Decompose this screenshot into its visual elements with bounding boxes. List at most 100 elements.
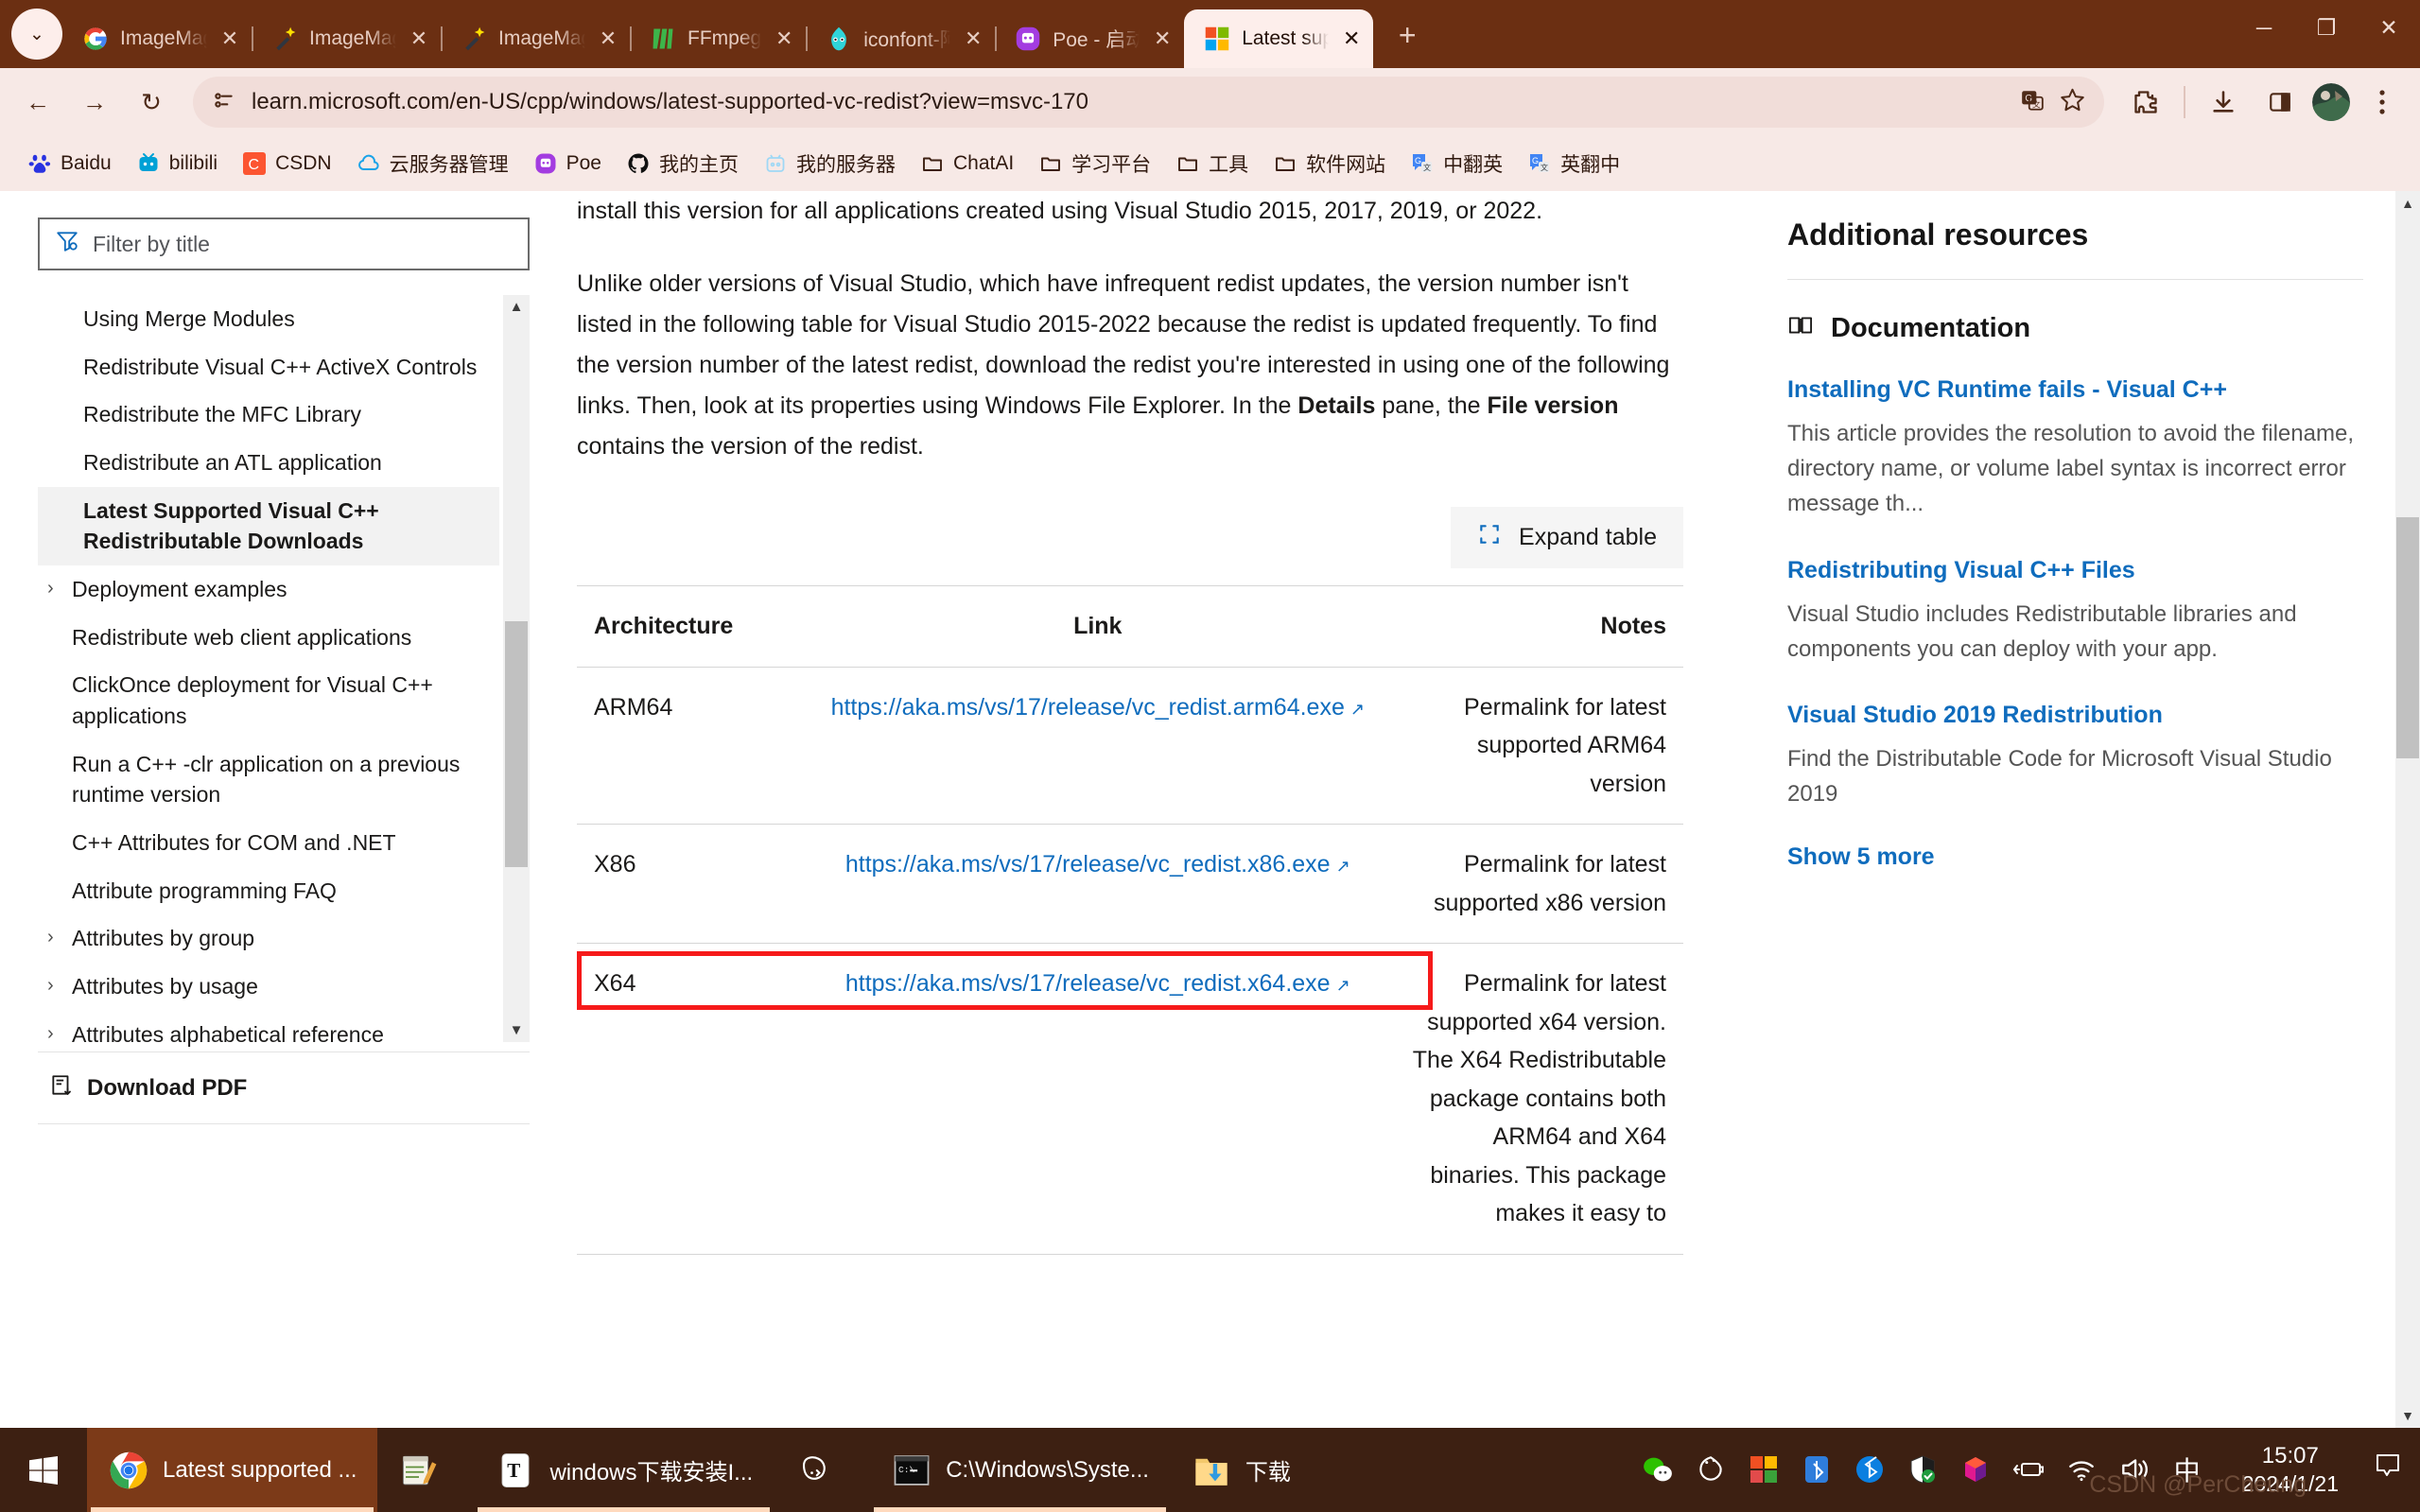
defender-icon[interactable] [1904,1451,1941,1488]
wifi-icon[interactable] [2063,1451,2100,1488]
scroll-down-icon[interactable]: ▼ [2395,1408,2420,1423]
bookmark-poe[interactable]: Poe [523,146,612,182]
bookmark-folder-study[interactable]: 学习平台 [1028,144,1161,183]
taskbar-item-typora[interactable]: T windows下载安装I... [474,1428,774,1512]
maximize-button[interactable]: ❐ [2295,15,2358,41]
download-link-arm64[interactable]: https://aka.ms/vs/17/release/vc_redist.a… [831,694,1365,721]
tab-imagemagick-1[interactable]: ImageMagick ✕ [62,9,252,68]
bookmark-csdn[interactable]: C CSDN [232,146,342,182]
taskbar-item-downloads-folder[interactable]: 下载 [1170,1428,1312,1512]
bookmark-baidu[interactable]: Baidu [17,146,122,182]
close-icon[interactable]: ✕ [1339,26,1364,51]
bookmark-zh-to-en[interactable]: G文 中翻英 [1400,144,1513,183]
chevron-right-icon[interactable]: › [47,971,62,999]
toc-item-redistribute-web-client-applications[interactable]: Redistribute web client applications [38,614,499,662]
filter-by-title-input[interactable]: Filter by title [38,217,530,270]
qq-music-icon[interactable] [1692,1451,1730,1488]
toc-item-cpp-attributes-com-net[interactable]: C++ Attributes for COM and .NET [38,819,499,867]
microsoft-icon[interactable] [1745,1451,1783,1488]
download-link-x86[interactable]: https://aka.ms/vs/17/release/vc_redist.x… [845,851,1350,878]
chevron-right-icon[interactable]: › [47,1019,62,1048]
bookmark-en-to-zh[interactable]: G文 英翻中 [1517,144,1630,183]
address-bar[interactable]: learn.microsoft.com/en-US/cpp/windows/la… [193,77,2104,128]
toc-item-clickonce-deployment[interactable]: ClickOnce deployment for Visual C++ appl… [38,661,499,739]
close-icon[interactable]: ✕ [772,26,796,51]
tab-imagemagick-2[interactable]: ImageMagick ✕ [252,9,441,68]
reload-button[interactable]: ↻ [127,78,176,127]
bookmark-my-server[interactable]: 我的服务器 [753,144,906,183]
toc-item-run-clr-application[interactable]: Run a C++ -clr application on a previous… [38,740,499,819]
new-tab-button[interactable]: + [1388,18,1426,53]
page-info-icon[interactable] [212,88,236,117]
taskbar-item-notepad[interactable] [377,1428,474,1512]
scroll-up-icon[interactable]: ▲ [503,299,530,315]
taskbar-item-cmd[interactable]: C:\ C:\Windows\Syste... [870,1428,1170,1512]
taskbar-item-chrome[interactable]: Latest supported ... [87,1428,378,1512]
toc-item-latest-supported-redistributable-downloads[interactable]: Latest Supported Visual C++ Redistributa… [38,486,499,565]
tab-latest-supported[interactable]: Latest suppo ✕ [1184,9,1374,68]
toc-item-using-merge-modules[interactable]: Using Merge Modules [38,295,499,343]
bookmark-folder-chatai[interactable]: ChatAI [910,146,1024,182]
bookmark-folder-software-sites[interactable]: 软件网站 [1262,144,1396,183]
close-icon[interactable]: ✕ [407,26,431,51]
three-dot-menu-icon[interactable] [2358,78,2407,127]
download-link-x64[interactable]: https://aka.ms/vs/17/release/vc_redist.x… [845,970,1350,997]
avatar[interactable] [2312,83,2350,121]
tab-poe[interactable]: Poe - 启动模 ✕ [995,9,1184,68]
download-pdf-button[interactable]: Download PDF [38,1051,530,1123]
bookmark-my-homepage[interactable]: 我的主页 [616,144,749,183]
toc-scrollbar[interactable]: ▲ ▼ [503,295,530,1042]
windows-start-icon[interactable] [0,1428,87,1512]
close-icon[interactable]: ✕ [596,26,620,51]
colorful-cube-icon[interactable] [1957,1451,1994,1488]
resource-link-redistributing-visual-cpp-files[interactable]: Redistributing Visual C++ Files [1787,554,2363,587]
tab-iconfont[interactable]: iconfont-阿里 ✕ [806,9,995,68]
toc-item-redistribute-activex-controls[interactable]: Redistribute Visual C++ ActiveX Controls [38,343,499,391]
chevron-right-icon[interactable]: › [47,923,62,951]
extensions-icon[interactable] [2121,78,2170,127]
translate-icon[interactable]: G文 [2020,88,2045,117]
toc-item-attributes-alphabetical-reference[interactable]: › Attributes alphabetical reference [38,1011,499,1059]
close-window-button[interactable]: ✕ [2358,15,2420,41]
toc-item-deployment-examples[interactable]: › Deployment examples [38,565,499,614]
close-icon[interactable]: ✕ [961,26,985,51]
scroll-down-icon[interactable]: ▼ [503,1022,530,1038]
bookmark-bilibili[interactable]: bilibili [126,146,228,182]
bookmark-cloud-server[interactable]: 云服务器管理 [346,144,519,183]
tab-ffmpeg[interactable]: FFmpeg ✕ [630,9,806,68]
resource-link-installing-vc-runtime-fails[interactable]: Installing VC Runtime fails - Visual C++ [1787,374,2363,407]
taskbar-clock[interactable]: 15:07 2024/1/21 [2242,1442,2339,1498]
toc-scrollbar-thumb[interactable] [505,621,528,867]
toc-item-attributes-by-group[interactable]: › Attributes by group [38,914,499,963]
ime-chinese-icon[interactable]: 中 [2168,1451,2206,1488]
side-panel-icon[interactable] [2255,78,2305,127]
taskbar-item-pig-app[interactable] [774,1428,870,1512]
bookmark-folder-tools[interactable]: 工具 [1165,144,1259,183]
toc-item-attributes-by-usage[interactable]: › Attributes by usage [38,963,499,1011]
bluetooth-icon[interactable] [1851,1451,1889,1488]
minimize-button[interactable]: ─ [2233,15,2295,41]
close-icon[interactable]: ✕ [218,26,242,51]
back-button[interactable]: ← [13,78,62,127]
download-icon[interactable] [2199,78,2248,127]
toc-item-redistribute-atl-application[interactable]: Redistribute an ATL application [38,439,499,487]
forward-button[interactable]: → [70,78,119,127]
resource-link-visual-studio-2019-redistribution[interactable]: Visual Studio 2019 Redistribution [1787,699,2363,732]
scroll-up-icon[interactable]: ▲ [2395,196,2420,211]
tab-imagemagick-3[interactable]: ImageMagick ✕ [441,9,630,68]
battery-charging-icon[interactable] [2010,1451,2047,1488]
toc-item-redistribute-mfc-library[interactable]: Redistribute the MFC Library [38,391,499,439]
star-icon[interactable] [2060,87,2085,117]
bluetooth-app-icon[interactable] [1798,1451,1836,1488]
expand-table-button[interactable]: Expand table [1451,507,1683,568]
show-more-link[interactable]: Show 5 more [1787,843,2363,871]
page-scrollbar-thumb[interactable] [2396,517,2419,758]
notification-icon[interactable] [2373,1451,2403,1488]
close-icon[interactable]: ✕ [1150,26,1175,51]
volume-icon[interactable] [2115,1451,2153,1488]
chevron-right-icon[interactable]: › [47,574,62,602]
tab-search-button[interactable]: ⌄ [11,9,62,60]
wechat-icon[interactable] [1639,1451,1677,1488]
toc-item-attribute-programming-faq[interactable]: Attribute programming FAQ [38,867,499,915]
page-scrollbar[interactable]: ▲ ▼ [2395,191,2420,1428]
